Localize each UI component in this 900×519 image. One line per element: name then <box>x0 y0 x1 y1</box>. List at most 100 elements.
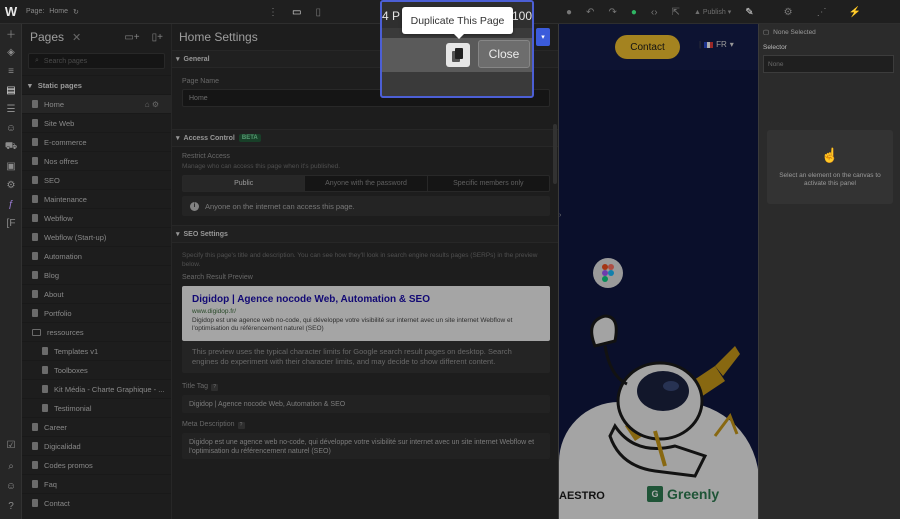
help-icon[interactable]: ? <box>0 497 22 516</box>
refresh-icon[interactable]: ↻ <box>73 8 79 16</box>
page-icon <box>32 176 38 184</box>
page-icon <box>42 366 48 374</box>
serp-title: Digidop | Agence nocode Web, Automation … <box>192 294 430 305</box>
components-icon[interactable]: ◈ <box>0 43 22 62</box>
navigator-icon[interactable]: ≡ <box>0 62 22 81</box>
folder-child-page[interactable]: Testimonial <box>22 398 171 417</box>
title-tag-field[interactable]: Digidop | Agence nocode Web, Automation … <box>182 395 550 413</box>
new-page-icon[interactable]: ▯+ <box>152 32 163 43</box>
pages-icon[interactable]: ▤ <box>0 81 22 100</box>
help-icon[interactable]: ? <box>211 384 219 391</box>
page-item[interactable]: Portfolio <box>22 303 171 322</box>
page-item[interactable]: Contact <box>22 493 171 512</box>
greenly-wordmark: Greenly <box>667 486 720 502</box>
title-tag-label: Title Tag? <box>172 383 558 391</box>
globe-icon[interactable]: ● <box>566 7 572 18</box>
folder-child-page[interactable]: Toolboxes <box>22 360 171 379</box>
add-icon[interactable]: ＋ <box>0 24 22 43</box>
interactions-icon[interactable]: ⋰ <box>817 7 827 18</box>
users-icon[interactable]: ☺ <box>0 119 22 138</box>
page-item[interactable]: Nos offres <box>22 151 171 170</box>
search-icon[interactable]: ⌕ <box>0 457 22 476</box>
access-option-password[interactable]: Anyone with the password <box>305 176 428 191</box>
selector-field[interactable]: None <box>763 55 894 73</box>
pages-header: Pages ✕ ▭+ ▯+ <box>22 24 171 50</box>
page-item[interactable]: Maintenance <box>22 189 171 208</box>
settings-icon[interactable]: ⚙ <box>0 176 22 195</box>
page-item[interactable]: Blog <box>22 265 171 284</box>
code-icon[interactable]: ‹› <box>651 7 658 18</box>
cms-icon[interactable]: ☰ <box>0 100 22 119</box>
page-label: Webflow (Start-up) <box>44 232 107 242</box>
publish-button[interactable]: ▲ Publish ▾ <box>694 8 731 16</box>
new-folder-icon[interactable]: ▭+ <box>124 32 139 43</box>
page-item[interactable]: Site Web <box>22 113 171 132</box>
search-pages-input[interactable]: ⌕ Search pages <box>28 53 165 69</box>
page-item[interactable]: E-commerce <box>22 132 171 151</box>
serp-description: Digidop est une agence web no-code, qui … <box>192 317 513 332</box>
webflow-logo-icon[interactable]: W <box>0 0 22 24</box>
check-icon[interactable]: ● <box>631 7 637 18</box>
language-label: FR <box>716 40 727 49</box>
empty-state-message: Select an element on the canvas to activ… <box>779 171 881 187</box>
page-icon <box>32 157 38 165</box>
empty-state-card: ☝ Select an element on the canvas to act… <box>767 130 893 204</box>
page-item[interactable]: Home ⌂ ⚙ <box>22 94 171 113</box>
modal-button-row: Close <box>382 38 532 72</box>
folder-item[interactable]: ressources <box>22 322 171 341</box>
access-option-members[interactable]: Specific members only <box>428 176 549 191</box>
meta-description-field[interactable]: Digidop est une agence web no-code, qui … <box>182 433 550 459</box>
page-item[interactable]: Webflow (Start-up) <box>22 227 171 246</box>
redo-icon[interactable]: ↷ <box>608 7 616 18</box>
page-icon <box>42 347 48 355</box>
design-canvas[interactable]: Contact | FR ▾ › AESTRO G Greenly <box>558 24 758 519</box>
export-icon[interactable]: ⇱ <box>672 7 680 18</box>
general-heading: General <box>183 55 210 63</box>
gear-icon[interactable]: ⚙ <box>784 7 793 18</box>
tablet-breakpoint-icon[interactable]: ▯ <box>315 7 321 18</box>
page-item[interactable]: About <box>22 284 171 303</box>
search-icon: ⌕ <box>35 57 39 64</box>
settings-scrollbar[interactable] <box>553 124 557 184</box>
restrict-access-label: Restrict Access <box>182 153 230 160</box>
ecommerce-icon[interactable]: ⛟ <box>0 138 22 157</box>
page-item[interactable]: Webflow <box>22 208 171 227</box>
blue-dropdown-button[interactable]: ▾ <box>536 28 550 46</box>
brush-icon[interactable]: ✎ <box>745 7 753 18</box>
style-icon[interactable]: ƒ <box>0 195 22 214</box>
page-icon <box>32 138 38 146</box>
page-label: Toolboxes <box>54 365 88 375</box>
astronaut-illustration <box>590 314 740 478</box>
page-icon <box>32 423 38 431</box>
desktop-breakpoint-icon[interactable]: ▭ <box>292 7 301 18</box>
page-item[interactable]: Automation <box>22 246 171 265</box>
seo-section-header[interactable]: ▾ SEO Settings <box>172 225 558 243</box>
assets-icon[interactable]: ▣ <box>0 157 22 176</box>
more-icon[interactable]: ⋮ <box>268 7 278 18</box>
language-switcher[interactable]: | FR ▾ <box>699 40 734 49</box>
french-flag-icon <box>704 41 714 48</box>
access-option-public[interactable]: Public <box>183 176 306 191</box>
page-breadcrumb[interactable]: Page: Home ↻ <box>26 8 79 16</box>
page-item[interactable]: Digicalidad <box>22 436 171 455</box>
page-item[interactable]: Codes promos <box>22 455 171 474</box>
page-item[interactable]: SEO <box>22 170 171 189</box>
help-icon[interactable]: ? <box>237 422 245 429</box>
static-pages-section[interactable]: ▾ Static pages <box>22 75 171 94</box>
access-control-section-header[interactable]: ▾ Access Control BETA <box>172 129 558 147</box>
folder-child-page[interactable]: Templates v1 <box>22 341 171 360</box>
team-icon[interactable]: ☺ <box>0 477 22 496</box>
divider: | <box>699 40 702 49</box>
close-button[interactable]: Close <box>478 40 530 68</box>
finsweet-icon[interactable]: [F <box>0 214 22 233</box>
duplicate-page-button[interactable] <box>446 43 470 67</box>
checklist-icon[interactable]: ☑ <box>0 436 22 455</box>
undo-icon[interactable]: ↶ <box>586 7 594 18</box>
contact-button[interactable]: Contact <box>615 35 680 59</box>
page-item[interactable]: Career <box>22 417 171 436</box>
page-item[interactable]: Faq <box>22 474 171 493</box>
close-icon[interactable]: ✕ <box>72 31 81 44</box>
lightning-icon[interactable]: ⚡ <box>849 7 861 18</box>
none-selected-header: ▢ None Selected <box>759 24 900 40</box>
folder-child-page[interactable]: Kit Média - Charte Graphique - ... <box>22 379 171 398</box>
